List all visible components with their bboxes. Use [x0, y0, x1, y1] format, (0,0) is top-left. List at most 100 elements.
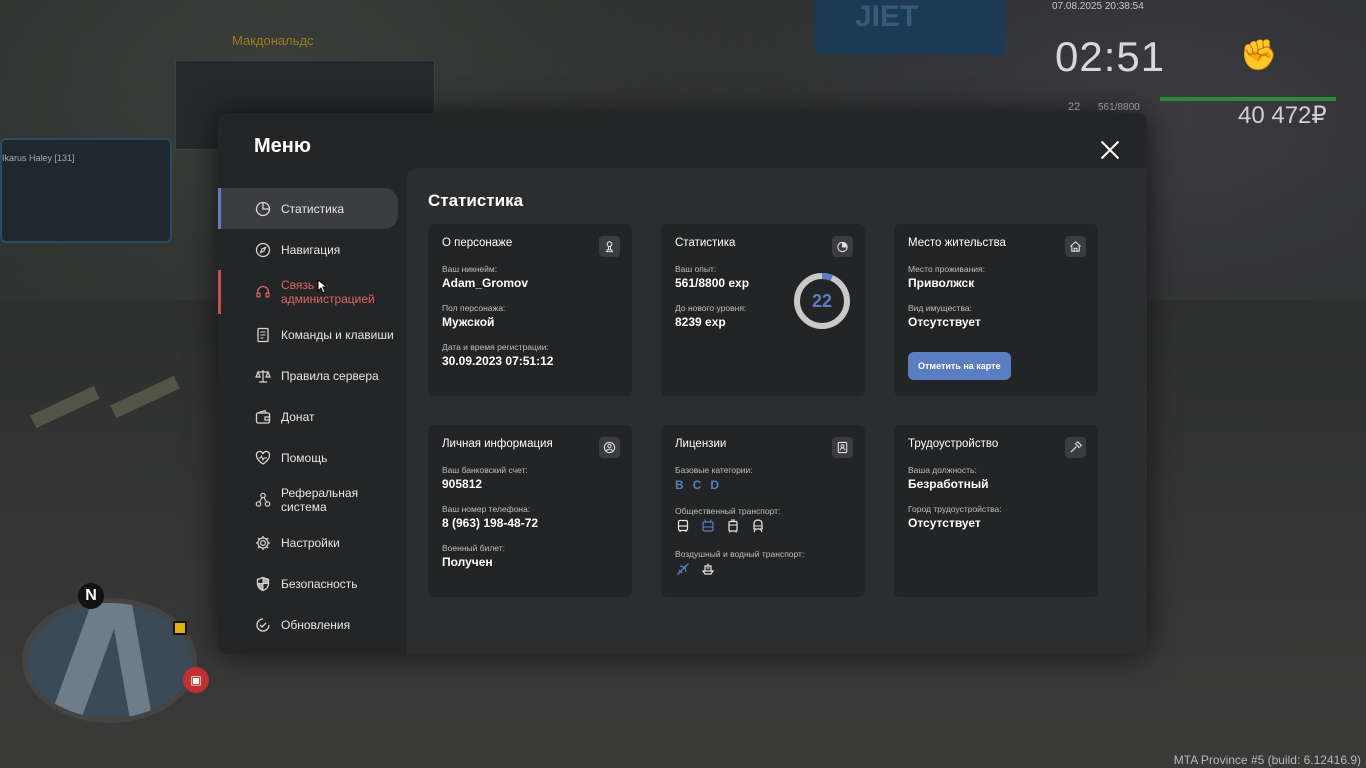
sidebar-item-navigation[interactable]: Навигация	[218, 229, 400, 270]
gender-value: Мужской	[442, 315, 495, 329]
document-icon	[254, 326, 271, 343]
military-label: Военный билет:	[442, 543, 506, 553]
air-water-transport-icons	[675, 561, 716, 577]
stopwatch-icon	[832, 236, 853, 257]
sidebar-item-label: Реферальная система	[281, 486, 359, 514]
next-level-label: До нового уровня:	[675, 303, 747, 313]
exp-label: Ваш опыт:	[675, 264, 717, 274]
sidebar-item-label: Безопасность	[281, 576, 358, 591]
position-label: Ваша должность:	[908, 465, 977, 475]
sidebar-item-help[interactable]: Помощь	[218, 437, 400, 478]
house-icon	[1065, 236, 1086, 257]
police-marker-icon: ▣	[183, 667, 209, 693]
license-category: C	[692, 478, 702, 492]
card-title: Статистика	[675, 237, 736, 249]
sidebar-item-label: Навигация	[281, 242, 341, 257]
vehicle-label: Ikarus Haley [131]	[2, 153, 75, 163]
place-value: Приволжск	[908, 276, 975, 290]
bus-icon	[675, 518, 691, 534]
fist-icon: ✊	[1240, 38, 1278, 73]
sidebar-item-label: Статистика	[281, 201, 345, 216]
property-label: Вид имущества:	[908, 303, 972, 313]
sidebar-item-statistics[interactable]: Статистика	[218, 188, 398, 229]
tram-icon	[725, 518, 741, 534]
license-categories: B C D	[675, 478, 719, 492]
headset-icon	[254, 284, 271, 301]
mouse-cursor-icon	[317, 279, 327, 294]
level-value: 22	[811, 291, 833, 311]
sidebar-item-label: Команды и клавиши	[281, 327, 394, 342]
hud-level: 22	[1068, 101, 1081, 113]
sidebar-item-updates[interactable]: Обновления	[218, 604, 400, 645]
licenses-card: Лицензии Базовые категории: B C D Общест…	[661, 425, 865, 597]
statistics-panel: Статистика О персонаже Ваш никнейм: Adam…	[407, 168, 1147, 654]
sidebar-item-referral[interactable]: Реферальная система	[218, 478, 400, 522]
sidebar-item-settings[interactable]: Настройки	[218, 522, 400, 563]
map-marker-icon	[173, 621, 187, 635]
menu-sidebar: Статистика Навигация Связь с администрац…	[218, 188, 400, 645]
page-title: Статистика	[428, 191, 524, 210]
license-category: B	[675, 478, 684, 492]
sidebar-item-label: Обновления	[281, 617, 351, 632]
property-value: Отсутствует	[908, 315, 981, 329]
shop-sign: Макдональдс	[232, 33, 314, 48]
compass-north: N	[78, 583, 104, 609]
hud-money: 40 472₽	[1238, 102, 1327, 129]
military-value: Получен	[442, 555, 493, 569]
next-level-value: 8239 exp	[675, 315, 726, 329]
registration-label: Дата и время регистрации:	[442, 342, 549, 352]
sidebar-item-rules[interactable]: Правила сервера	[218, 355, 400, 396]
shield-icon	[254, 575, 271, 592]
heart-icon	[254, 449, 271, 466]
id-badge-icon	[832, 437, 853, 458]
user-stamp-icon	[599, 236, 620, 257]
stats-card: Статистика Ваш опыт: 561/8800 exp До нов…	[661, 224, 865, 396]
phone-label: Ваш номер телефона:	[442, 504, 531, 514]
hud-datetime: 07.08.2025 20:38:54	[1052, 1, 1144, 12]
public-transport-icons	[675, 518, 766, 534]
profile-face-icon	[599, 437, 620, 458]
air-water-transport-label: Воздушный и водный транспорт:	[675, 549, 805, 559]
pie-chart-icon	[254, 200, 271, 217]
work-city-value: Отсутствует	[908, 516, 981, 530]
close-button[interactable]	[1098, 138, 1122, 162]
character-card: О персонаже Ваш никнейм: Adam_Gromov Пол…	[428, 224, 632, 396]
sidebar-item-label: Донат	[281, 409, 315, 424]
menu-modal: Меню Статистика Навигация Связь с админи…	[218, 113, 1147, 654]
gender-label: Пол персонажа:	[442, 303, 506, 313]
billboard-text: JIET	[855, 0, 919, 33]
mark-on-map-button[interactable]: Отметить на карте	[908, 352, 1011, 380]
work-city-label: Город трудоустройства:	[908, 504, 1002, 514]
residence-card: Место жительства Место проживания: Приво…	[894, 224, 1098, 396]
public-transport-label: Общественный транспорт:	[675, 506, 781, 516]
trolleybus-icon	[700, 518, 716, 534]
place-label: Место проживания:	[908, 264, 985, 274]
nickname-value: Adam_Gromov	[442, 276, 529, 290]
sidebar-item-commands[interactable]: Команды и клавиши	[218, 314, 400, 355]
hud-exp: 561/8800	[1098, 102, 1140, 113]
sidebar-item-security[interactable]: Безопасность	[218, 563, 400, 604]
sidebar-item-donate[interactable]: Донат	[218, 396, 400, 437]
exp-value: 561/8800 exp	[675, 276, 750, 290]
network-icon	[254, 492, 271, 509]
employment-card: Трудоустройство Ваша должность: Безработ…	[894, 425, 1098, 597]
card-title: Личная информация	[442, 438, 553, 450]
bank-value: 905812	[442, 477, 483, 491]
minimap	[22, 598, 197, 723]
wallet-icon	[254, 408, 271, 425]
nickname-label: Ваш никнейм:	[442, 264, 498, 274]
card-title: Место жительства	[908, 237, 1006, 249]
hammer-icon	[1065, 437, 1086, 458]
airplane-icon	[675, 561, 691, 577]
compass-icon	[254, 241, 271, 258]
menu-title: Меню	[254, 135, 311, 157]
phone-value: 8 (963) 198-48-72	[442, 516, 539, 530]
sidebar-item-label: Связь с администрацией	[281, 278, 375, 306]
scales-icon	[254, 367, 271, 384]
sidebar-item-admin-contact[interactable]: Связь с администрацией	[218, 270, 400, 314]
card-title: Трудоустройство	[908, 438, 999, 450]
hud-clock: 02:51	[1055, 33, 1166, 80]
card-title: О персонаже	[442, 237, 513, 249]
boat-icon	[700, 561, 716, 577]
sidebar-item-label: Настройки	[281, 535, 340, 550]
